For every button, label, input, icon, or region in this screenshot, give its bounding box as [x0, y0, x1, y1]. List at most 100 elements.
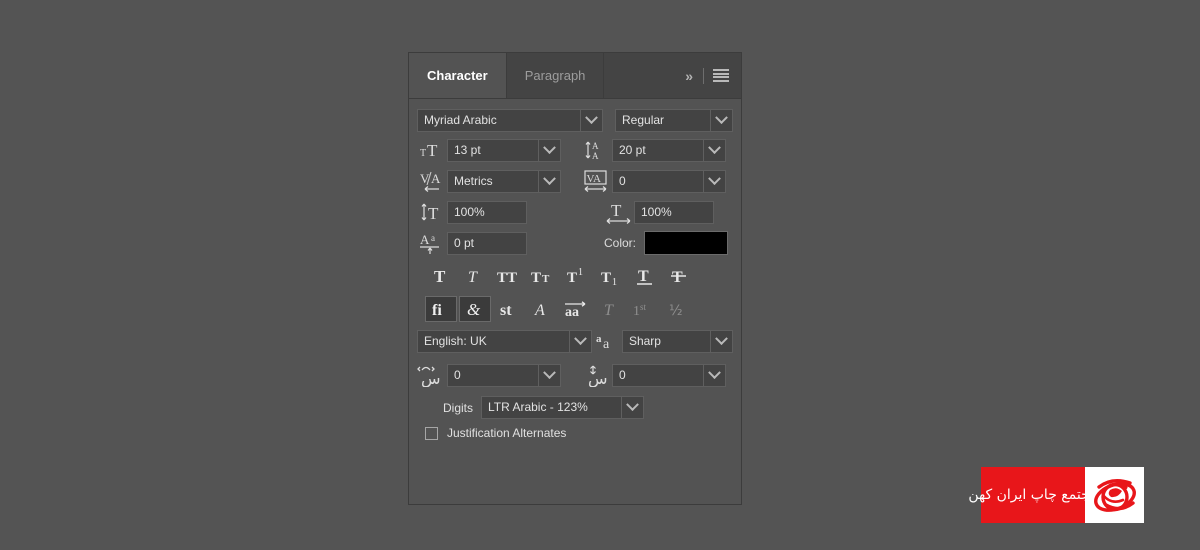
- font-size-input[interactable]: 13 pt: [447, 139, 561, 162]
- digits-value: LTR Arabic - 123%: [482, 397, 621, 418]
- leading-value: 20 pt: [613, 140, 703, 161]
- chevron-down-icon[interactable]: [538, 365, 560, 386]
- svg-text:a: a: [431, 233, 435, 243]
- chevron-down-icon[interactable]: [538, 171, 560, 192]
- font-size-value: 13 pt: [448, 140, 538, 161]
- kerning-tracking-row: V A Metrics VA: [417, 168, 733, 194]
- text-color-swatch[interactable]: [644, 231, 728, 255]
- kerning-value: Metrics: [448, 171, 538, 192]
- chevron-down-icon[interactable]: [621, 397, 643, 418]
- baseline-shift-input[interactable]: 0 pt: [447, 232, 527, 255]
- svg-text:T: T: [434, 267, 446, 286]
- svg-text:½: ½: [669, 303, 683, 319]
- baseline-shift-value: 0 pt: [448, 233, 526, 254]
- panel-header-actions: »: [682, 53, 741, 98]
- horizontal-scale-input[interactable]: 100%: [634, 201, 714, 224]
- all-caps-button[interactable]: TT: [493, 263, 525, 289]
- tracking-value: 0: [613, 171, 703, 192]
- svg-text:&: &: [467, 300, 481, 319]
- logo-mark-block: [1085, 467, 1144, 523]
- svg-text:A: A: [592, 151, 599, 161]
- svg-text:TT: TT: [497, 270, 517, 286]
- justification-alternates-label: Justification Alternates: [447, 426, 566, 440]
- hamburger-icon[interactable]: [713, 69, 729, 82]
- svg-text:T: T: [604, 302, 614, 319]
- size-leading-row: TT 13 pt A A 20 pt: [417, 137, 733, 163]
- standard-ligatures-button[interactable]: fi: [425, 296, 457, 322]
- chevron-down-icon[interactable]: [703, 365, 725, 386]
- logo-text: مجتمع چاپ ایران کهن: [968, 487, 1097, 503]
- faux-bold-button[interactable]: T: [425, 263, 457, 289]
- swash-button[interactable]: A: [527, 296, 559, 322]
- kashida-icon: س: [417, 362, 447, 388]
- leading-icon: A A: [582, 137, 612, 163]
- svg-text:A: A: [592, 141, 599, 151]
- svg-text:T: T: [601, 270, 611, 286]
- style-button-row: T T TT TT T1 T1 T T: [425, 263, 733, 289]
- svg-text:st: st: [640, 302, 647, 312]
- svg-text:T: T: [567, 270, 577, 286]
- svg-text:VA: VA: [587, 173, 602, 185]
- vertical-scale-input[interactable]: 100%: [447, 201, 527, 224]
- justification-alternates-checkbox[interactable]: [425, 427, 438, 440]
- vertical-scale-icon: T: [417, 199, 447, 225]
- strikethrough-button[interactable]: T: [663, 263, 695, 289]
- svg-text:a: a: [596, 333, 602, 345]
- svg-text:س: س: [421, 369, 441, 387]
- justification-alternates-row[interactable]: Justification Alternates: [425, 426, 733, 440]
- svg-text:T: T: [672, 269, 683, 286]
- diacritic-position-icon: س: [582, 362, 612, 388]
- font-style-value: Regular: [616, 110, 710, 131]
- tab-paragraph-label: Paragraph: [525, 68, 586, 83]
- kashida-select[interactable]: 0: [447, 364, 561, 387]
- horizontal-scale-icon: T: [604, 199, 634, 225]
- svg-text:T: T: [611, 201, 622, 220]
- small-caps-button[interactable]: TT: [527, 263, 559, 289]
- contextual-alternates-button[interactable]: st: [493, 296, 525, 322]
- font-family-value: Myriad Arabic: [418, 110, 580, 131]
- svg-text:A: A: [431, 171, 441, 186]
- panel-body: Myriad Arabic Regular TT 13 pt: [409, 99, 741, 440]
- stylistic-alternates-button[interactable]: aa: [561, 296, 593, 322]
- language-antialias-row: English: UK a a Sharp: [417, 328, 733, 354]
- titling-alternates-button[interactable]: T: [595, 296, 627, 322]
- chevron-down-icon[interactable]: [580, 110, 602, 131]
- svg-text:T: T: [542, 273, 550, 285]
- chevron-down-icon[interactable]: [703, 171, 725, 192]
- tab-character[interactable]: Character: [409, 53, 507, 98]
- faux-italic-button[interactable]: T: [459, 263, 491, 289]
- fractions-button[interactable]: ½: [663, 296, 695, 322]
- superscript-button[interactable]: T1: [561, 263, 593, 289]
- kerning-select[interactable]: Metrics: [447, 170, 561, 193]
- subscript-button[interactable]: T1: [595, 263, 627, 289]
- chevron-down-icon[interactable]: [710, 331, 732, 352]
- chevron-down-icon[interactable]: [710, 110, 732, 131]
- discretionary-ligatures-button[interactable]: &: [459, 296, 491, 322]
- horizontal-scale-value: 100%: [635, 202, 713, 223]
- font-family-select[interactable]: Myriad Arabic: [417, 109, 603, 132]
- svg-text:1: 1: [578, 267, 583, 278]
- svg-text:T: T: [428, 204, 439, 223]
- diacritic-position-value: 0: [613, 365, 703, 386]
- digits-select[interactable]: LTR Arabic - 123%: [481, 396, 644, 419]
- chevron-down-icon[interactable]: [569, 331, 591, 352]
- anti-alias-select[interactable]: Sharp: [622, 330, 733, 353]
- svg-text:T: T: [531, 270, 541, 286]
- diacritic-position-select[interactable]: 0: [612, 364, 726, 387]
- font-style-select[interactable]: Regular: [615, 109, 733, 132]
- svg-text:T: T: [427, 141, 438, 160]
- character-panel: Character Paragraph » Myriad Arabic Regu…: [408, 52, 742, 505]
- collapse-icon[interactable]: »: [682, 68, 694, 84]
- language-select[interactable]: English: UK: [417, 330, 592, 353]
- chevron-down-icon[interactable]: [703, 140, 725, 161]
- scale-row: T 100% T 100%: [417, 199, 733, 225]
- logo-text-block: مجتمع چاپ ایران کهن: [981, 467, 1085, 523]
- leading-input[interactable]: 20 pt: [612, 139, 726, 162]
- tracking-input[interactable]: 0: [612, 170, 726, 193]
- ordinals-button[interactable]: 1st: [629, 296, 661, 322]
- underline-button[interactable]: T: [629, 263, 661, 289]
- chevron-down-icon[interactable]: [538, 140, 560, 161]
- tab-bar-spacer: [604, 53, 682, 98]
- tab-paragraph[interactable]: Paragraph: [507, 53, 605, 98]
- baseline-shift-icon: A a: [417, 230, 447, 256]
